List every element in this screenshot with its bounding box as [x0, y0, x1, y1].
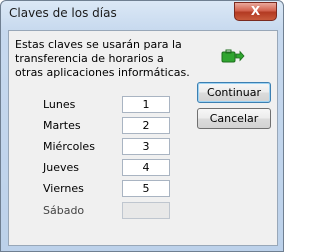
day-label-martes: Martes [43, 119, 81, 132]
day-label-miercoles: Miércoles [43, 140, 95, 153]
day-label-sabado: Sábado [43, 204, 85, 217]
day-code-field-viernes[interactable]: 5 [122, 180, 170, 197]
day-code-field-jueves[interactable]: 4 [122, 159, 170, 176]
day-code-field-miercoles[interactable]: 3 [122, 138, 170, 155]
dialog-content: Estas claves se usarán para la transfere… [8, 30, 278, 246]
day-code-field-lunes[interactable]: 1 [122, 96, 170, 113]
suitcase-arrow-icon [221, 49, 245, 63]
window-title: Claves de los días [9, 6, 117, 20]
day-code-field-sabado [122, 202, 170, 219]
continue-button[interactable]: Continuar [197, 82, 271, 103]
description-text: Estas claves se usarán para la transfere… [15, 38, 190, 79]
day-label-jueves: Jueves [43, 161, 79, 174]
close-button[interactable]: X [234, 2, 277, 21]
day-code-field-martes[interactable]: 2 [122, 117, 170, 134]
dialog-window: Claves de los días X Estas claves se usa… [0, 0, 284, 252]
day-label-viernes: Viernes [43, 182, 84, 195]
day-label-lunes: Lunes [43, 98, 76, 111]
cancel-button[interactable]: Cancelar [197, 108, 271, 129]
